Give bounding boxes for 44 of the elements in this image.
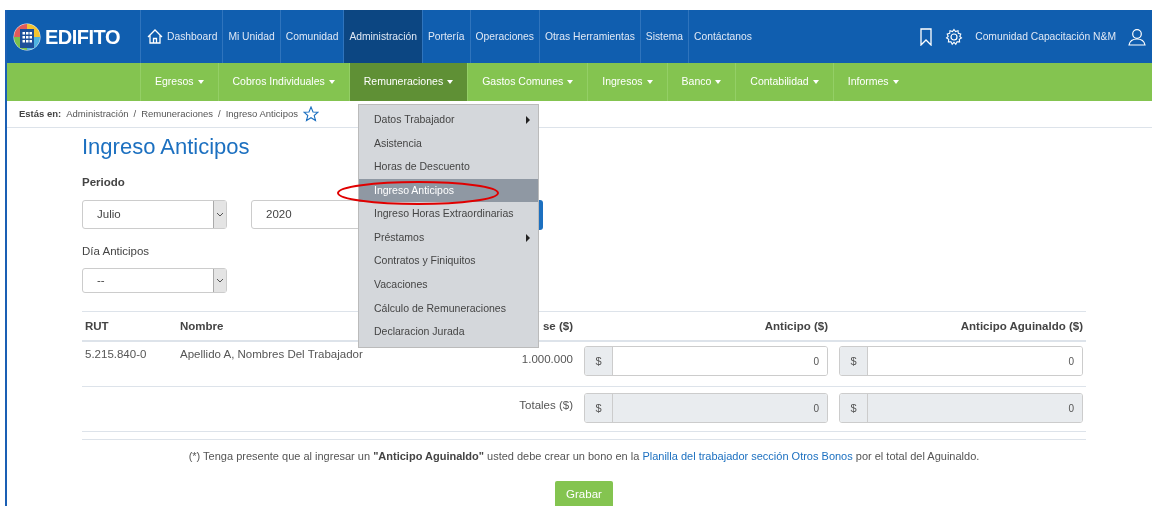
brand-name: EDIFITO xyxy=(45,24,121,50)
column-header: Anticipo Aguinaldo ($) xyxy=(831,311,1086,342)
amount-field[interactable]: $ 0 xyxy=(839,346,1083,377)
menu-item[interactable]: Contratos y Finiquitos xyxy=(359,249,538,274)
menu-item[interactable]: Asistencia xyxy=(359,131,538,156)
settings-icon xyxy=(945,27,964,46)
amount-field[interactable]: $ 0 xyxy=(584,346,828,377)
column-header: Anticipo ($) xyxy=(576,311,831,342)
currency-addon: $ xyxy=(585,394,613,423)
chevron-icon xyxy=(216,211,224,217)
breadcrumb-item[interactable]: Administración xyxy=(66,106,129,122)
select-field[interactable]: -- xyxy=(82,267,227,293)
chevron-icon xyxy=(216,277,224,283)
menu-item[interactable]: Ingreso Anticipos xyxy=(359,178,538,203)
breadcrumb-separator: / xyxy=(218,106,221,121)
menu-tab[interactable]: Remuneraciones xyxy=(348,63,468,101)
star-icon xyxy=(303,106,320,122)
user-name[interactable]: Comunidad Capacitación N&M xyxy=(975,28,1116,45)
currency-addon: $ xyxy=(840,347,868,376)
menu-item[interactable]: Datos Trabajador xyxy=(359,108,538,132)
page-title: Ingreso Anticipos xyxy=(82,134,250,161)
totals-label: Totales ($) xyxy=(456,386,576,432)
amount-value: 0 xyxy=(868,394,1082,423)
select-field[interactable]: Julio xyxy=(82,199,227,229)
breadcrumb-item[interactable]: Remuneraciones xyxy=(141,106,214,122)
menu-item[interactable]: Vacaciones xyxy=(359,273,538,297)
currency-addon: $ xyxy=(585,347,613,376)
breadcrumb-item: Ingreso Anticipos xyxy=(225,106,299,121)
table-cell: 5.215.840-0 xyxy=(82,341,177,387)
breadcrumb-separator: / xyxy=(133,106,137,121)
field-label: Día Anticipos xyxy=(82,243,150,259)
home-icon xyxy=(146,28,164,45)
nav-link[interactable]: Administración xyxy=(343,10,422,63)
field-label: Periodo xyxy=(82,175,125,191)
note-text: (*) Tenga presente que al ingresar un "Anticipo Aguinaldo" usted debe crear un bono en la Planilla del trabajador sección Otros Bonos por el total del Aguinaldo. xyxy=(82,439,1086,465)
user-icon xyxy=(1128,27,1146,46)
column-header: RUT xyxy=(82,311,177,342)
menu-item[interactable]: Horas de Descuento xyxy=(359,155,538,179)
currency-addon: $ xyxy=(840,394,868,423)
logo-icon xyxy=(13,22,41,51)
amount-value: 0 xyxy=(613,394,827,423)
breadcrumb-label: Estás en: xyxy=(19,106,62,121)
note-link[interactable]: Planilla del trabajador sección Otros Bonos xyxy=(642,450,853,463)
bookmark-icon xyxy=(919,27,934,46)
